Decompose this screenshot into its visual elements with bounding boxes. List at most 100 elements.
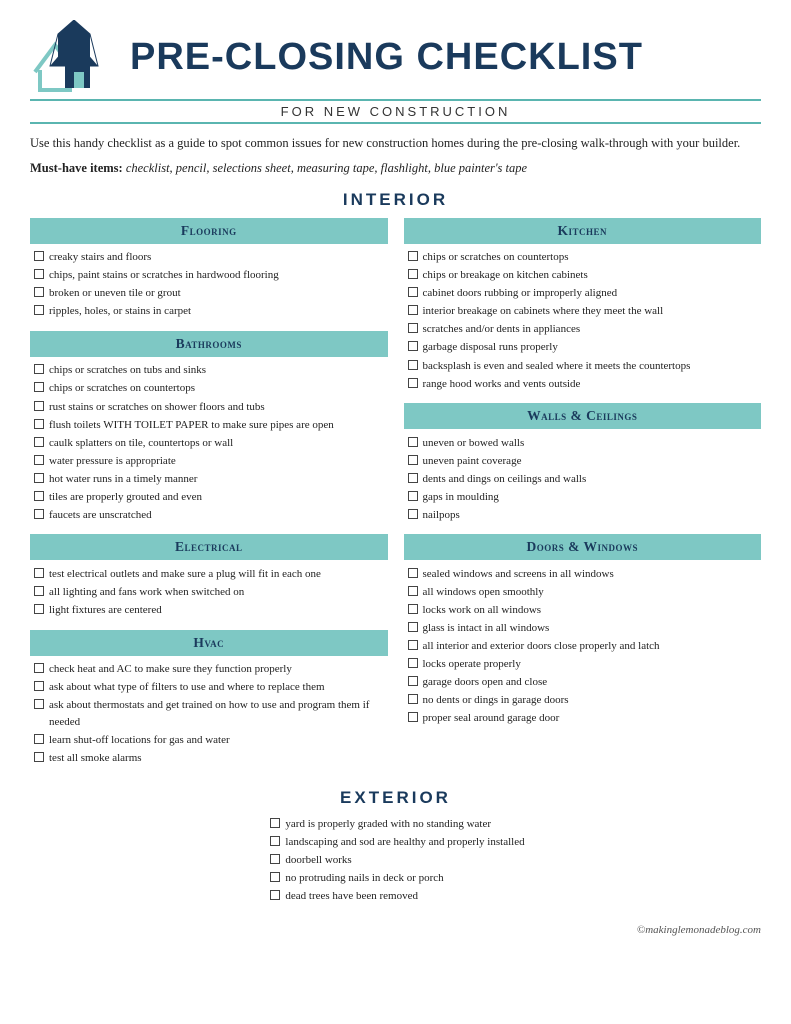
list-item: locks work on all windows xyxy=(408,601,762,619)
checkbox[interactable] xyxy=(34,699,44,709)
list-item: rust stains or scratches on shower floor… xyxy=(34,398,388,416)
checkbox[interactable] xyxy=(408,251,418,261)
checkbox[interactable] xyxy=(34,734,44,744)
checkbox[interactable] xyxy=(34,305,44,315)
checkbox[interactable] xyxy=(34,604,44,614)
doors-windows-list: sealed windows and screens in all window… xyxy=(404,565,762,727)
checkbox[interactable] xyxy=(270,836,280,846)
list-item: cabinet doors rubbing or improperly alig… xyxy=(408,285,762,303)
list-item: ask about thermostats and get trained on… xyxy=(34,697,388,732)
list-item: broken or uneven tile or grout xyxy=(34,285,388,303)
checkbox[interactable] xyxy=(408,473,418,483)
interior-columns: Flooring creaky stairs and floors chips,… xyxy=(30,218,761,778)
hvac-header: Hvac xyxy=(30,630,388,656)
checkbox[interactable] xyxy=(34,269,44,279)
list-item: light fixtures are centered xyxy=(34,601,388,619)
electrical-header: Electrical xyxy=(30,534,388,560)
list-item: water pressure is appropriate xyxy=(34,452,388,470)
checkbox[interactable] xyxy=(408,305,418,315)
list-item: range hood works and vents outside xyxy=(408,375,762,393)
checkbox[interactable] xyxy=(408,323,418,333)
checkbox[interactable] xyxy=(408,491,418,501)
list-item: scratches and/or dents in appliances xyxy=(408,321,762,339)
list-item: ask about what type of filters to use an… xyxy=(34,679,388,697)
checkbox[interactable] xyxy=(34,455,44,465)
checkbox[interactable] xyxy=(34,473,44,483)
checkbox[interactable] xyxy=(34,568,44,578)
doors-windows-header: Doors & Windows xyxy=(404,534,762,560)
checkbox[interactable] xyxy=(408,341,418,351)
checkbox[interactable] xyxy=(270,818,280,828)
list-item: chips or breakage on kitchen cabinets xyxy=(408,267,762,285)
checkbox[interactable] xyxy=(270,872,280,882)
walls-ceilings-list: uneven or bowed walls uneven paint cover… xyxy=(404,434,762,524)
list-item: uneven or bowed walls xyxy=(408,434,762,452)
list-item: glass is intact in all windows xyxy=(408,620,762,638)
list-item: locks operate properly xyxy=(408,656,762,674)
checkbox[interactable] xyxy=(408,360,418,370)
bathrooms-list: chips or scratches on tubs and sinks chi… xyxy=(30,362,388,524)
checkbox[interactable] xyxy=(408,509,418,519)
list-item: all interior and exterior doors close pr… xyxy=(408,638,762,656)
bathrooms-header: Bathrooms xyxy=(30,331,388,357)
checkbox[interactable] xyxy=(408,658,418,668)
checkbox[interactable] xyxy=(34,419,44,429)
checkbox[interactable] xyxy=(34,382,44,392)
list-item: dents and dings on ceilings and walls xyxy=(408,470,762,488)
copyright: ©makinglemonadeblog.com xyxy=(30,924,761,936)
checkbox[interactable] xyxy=(408,712,418,722)
electrical-list: test electrical outlets and make sure a … xyxy=(30,565,388,619)
checkbox[interactable] xyxy=(408,694,418,704)
list-item: caulk splatters on tile, countertops or … xyxy=(34,434,388,452)
checkbox[interactable] xyxy=(34,681,44,691)
kitchen-header: Kitchen xyxy=(404,218,762,244)
list-item: uneven paint coverage xyxy=(408,452,762,470)
list-item: hot water runs in a timely manner xyxy=(34,470,388,488)
title-block: Pre-Closing Checklist xyxy=(130,37,761,79)
checkbox[interactable] xyxy=(34,437,44,447)
checkbox[interactable] xyxy=(34,491,44,501)
flooring-header: Flooring xyxy=(30,218,388,244)
list-item: all lighting and fans work when switched… xyxy=(34,583,388,601)
left-column: Flooring creaky stairs and floors chips,… xyxy=(30,218,388,778)
subtitle: FOR NEW CONSTRUCTION xyxy=(30,99,761,124)
list-item: chips, paint stains or scratches in hard… xyxy=(34,267,388,285)
checkbox[interactable] xyxy=(34,586,44,596)
checkbox[interactable] xyxy=(34,364,44,374)
checkbox[interactable] xyxy=(270,890,280,900)
must-have: Must-have items: checklist, pencil, sele… xyxy=(30,161,761,176)
walls-ceilings-header: Walls & Ceilings xyxy=(404,403,762,429)
list-item: nailpops xyxy=(408,506,762,524)
list-item: doorbell works xyxy=(270,852,524,870)
checkbox[interactable] xyxy=(34,752,44,762)
checkbox[interactable] xyxy=(408,455,418,465)
header: Pre-Closing Checklist xyxy=(30,20,761,95)
checkbox[interactable] xyxy=(408,378,418,388)
checkbox[interactable] xyxy=(34,287,44,297)
checkbox[interactable] xyxy=(408,568,418,578)
right-column: Kitchen chips or scratches on countertop… xyxy=(404,218,762,738)
checkbox[interactable] xyxy=(34,663,44,673)
checkbox[interactable] xyxy=(34,251,44,261)
list-item: sealed windows and screens in all window… xyxy=(408,565,762,583)
list-item: proper seal around garage door xyxy=(408,710,762,728)
house-icon xyxy=(30,20,120,95)
checkbox[interactable] xyxy=(408,604,418,614)
list-item: ripples, holes, or stains in carpet xyxy=(34,303,388,321)
checkbox[interactable] xyxy=(270,854,280,864)
exterior-list: yard is properly graded with no standing… xyxy=(266,816,524,906)
checkbox[interactable] xyxy=(408,437,418,447)
checkbox[interactable] xyxy=(408,287,418,297)
list-item: chips or scratches on countertops xyxy=(34,380,388,398)
checkbox[interactable] xyxy=(408,640,418,650)
checkbox[interactable] xyxy=(34,509,44,519)
must-have-label: Must-have items: xyxy=(30,161,123,175)
list-item: check heat and AC to make sure they func… xyxy=(34,661,388,679)
checkbox[interactable] xyxy=(408,269,418,279)
list-item: creaky stairs and floors xyxy=(34,249,388,267)
checkbox[interactable] xyxy=(408,622,418,632)
checkbox[interactable] xyxy=(34,401,44,411)
checkbox[interactable] xyxy=(408,586,418,596)
checkbox[interactable] xyxy=(408,676,418,686)
list-item: garage doors open and close xyxy=(408,674,762,692)
